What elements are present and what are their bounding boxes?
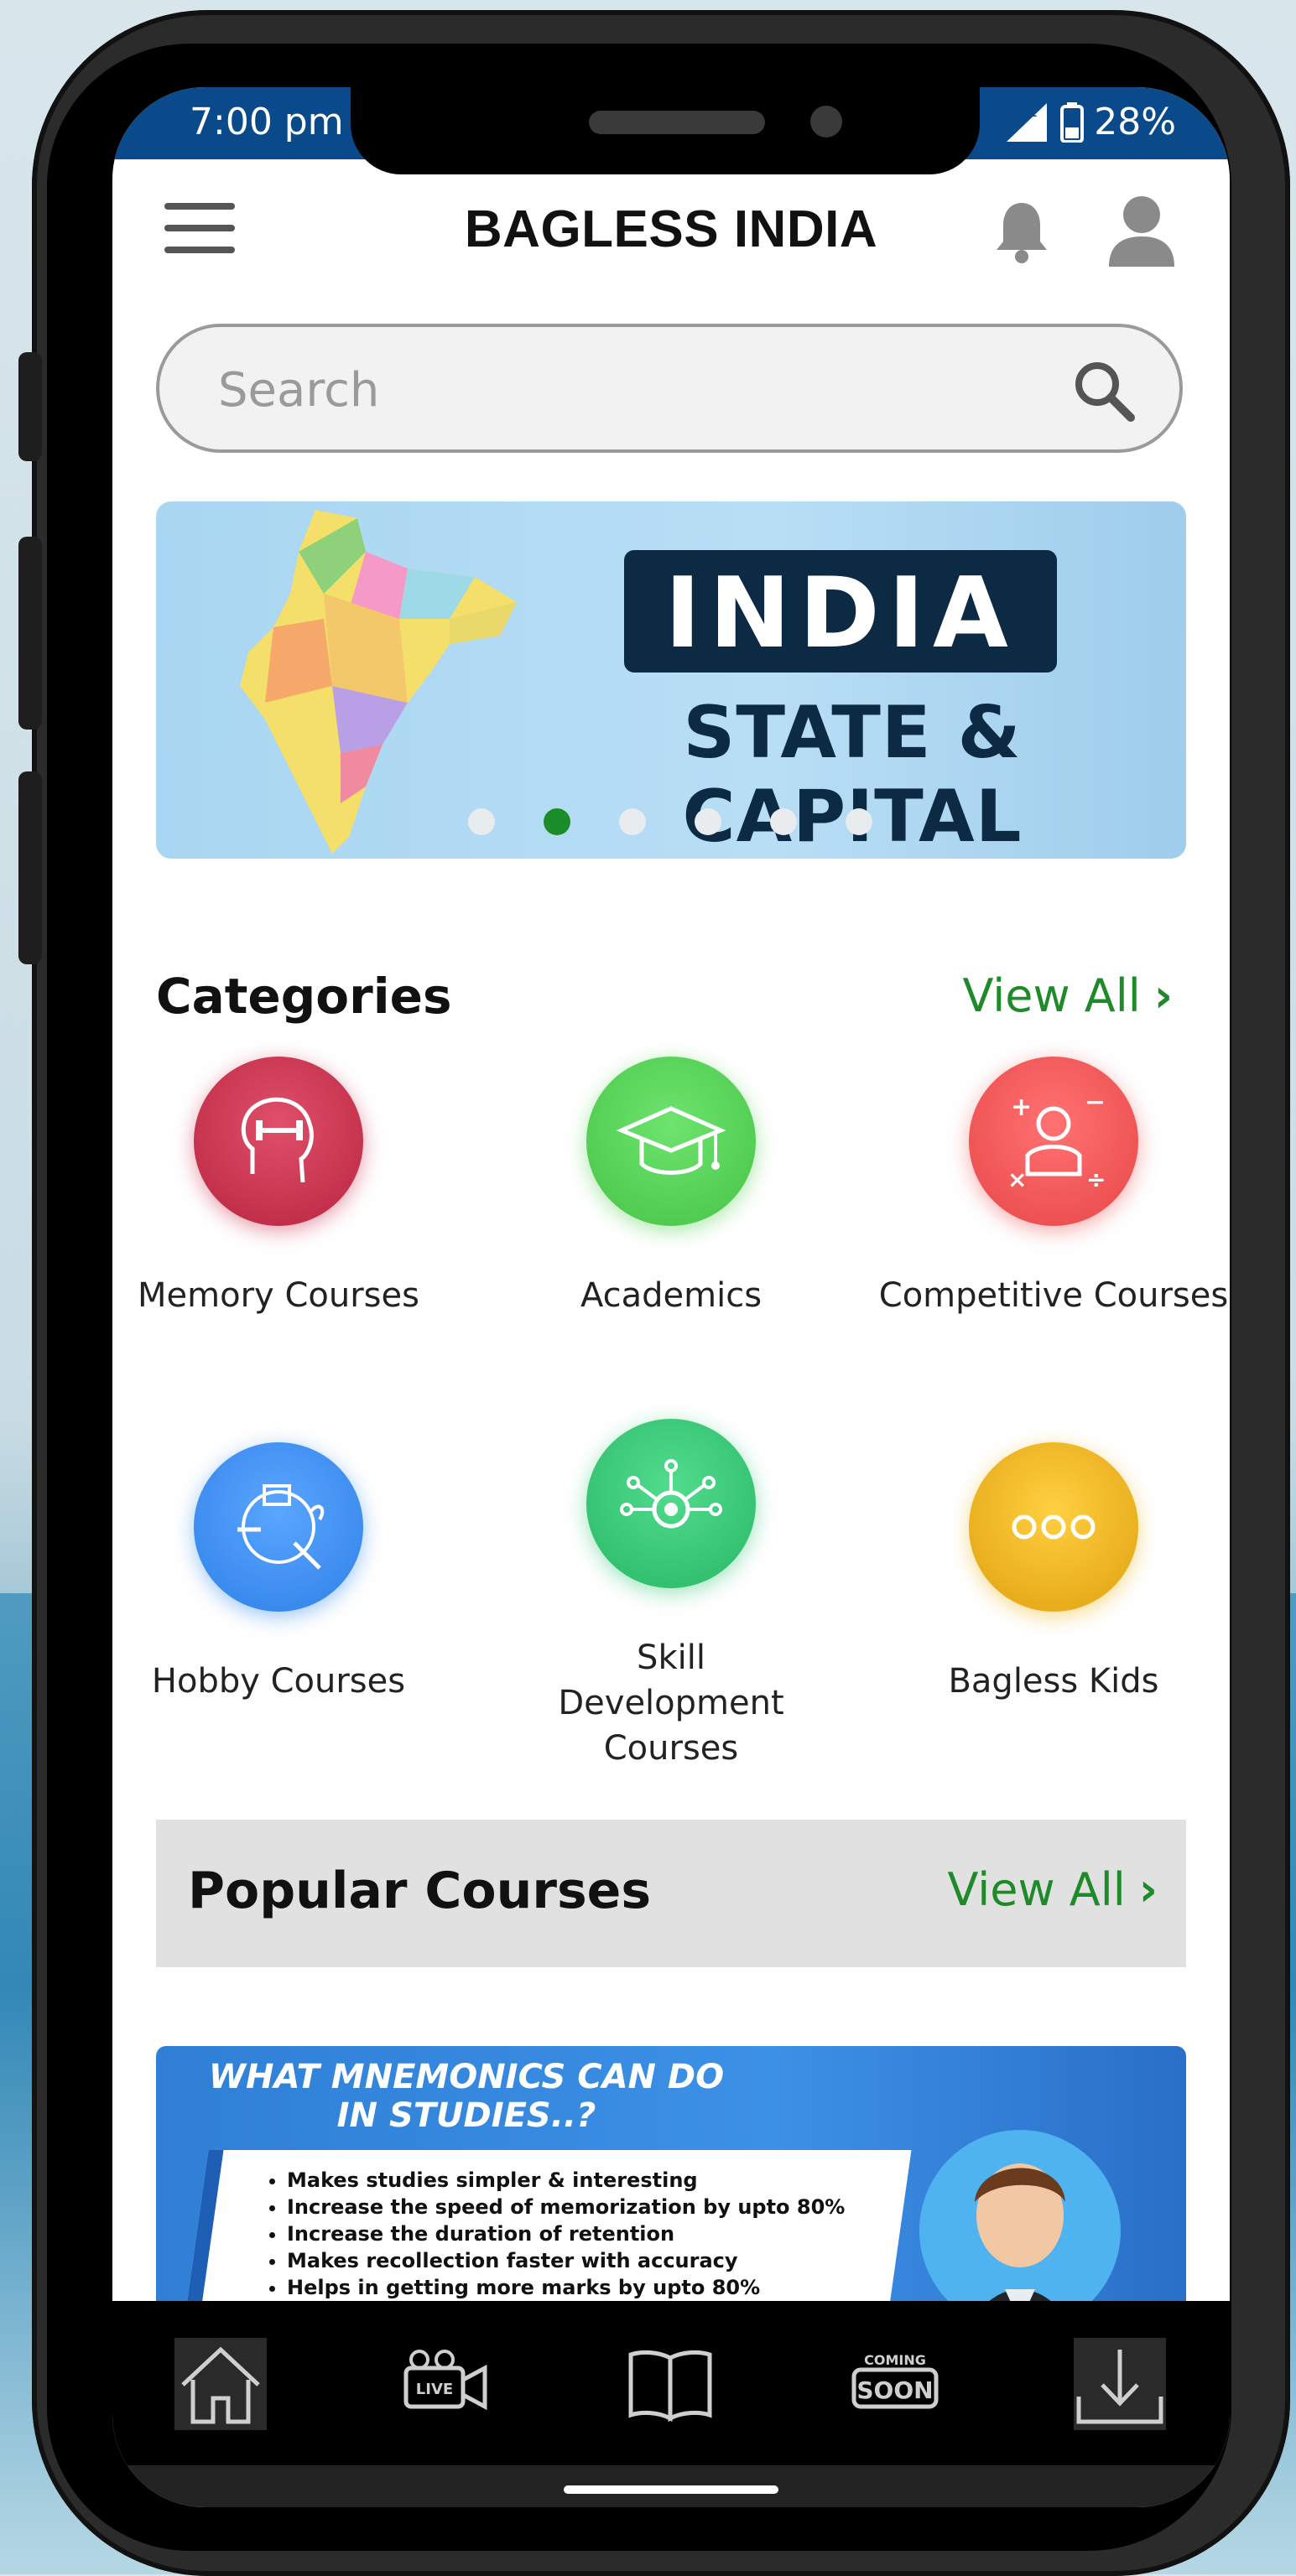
phone-volume-down [18,771,42,964]
svg-text:+: + [1011,1093,1032,1122]
category-label: Bagless Kids [948,1662,1159,1701]
list-item: Helps in getting more marks by upto 80% [287,2274,845,2301]
svg-text:COMING: COMING [864,2352,926,2368]
category-label: Memory Courses [138,1276,419,1315]
view-all-label: View All [947,1863,1126,1916]
coming-soon-icon[interactable]: COMING SOON [849,2338,941,2430]
category-skill-development[interactable]: Skill Development Courses [495,1419,847,1771]
phone-notch [351,87,980,174]
status-time: 7:00 pm [190,101,344,143]
app-screen: 7:00 pm 2 28% BAGLESS INDIA Search INDIA… [112,87,1230,2507]
list-item: Makes studies simpler & interesting [287,2167,845,2194]
category-memory-courses[interactable]: Memory Courses [112,1057,455,1318]
book-icon[interactable] [624,2338,716,2430]
bottom-navigation: LIVE COMING SOON [112,2301,1230,2465]
graduation-cap-icon [586,1057,756,1226]
categories-view-all-link[interactable]: View All › [962,969,1173,1022]
more-dots-icon [969,1442,1138,1612]
category-label: Academics [580,1276,763,1315]
chevron-right-icon: › [1138,1863,1158,1916]
download-icon[interactable] [1074,2338,1166,2430]
live-label: LIVE [416,2381,453,2398]
home-icon[interactable] [174,2338,267,2430]
carousel-dot[interactable] [846,808,872,835]
course-benefits-list: Makes studies simpler & interesting Incr… [257,2167,845,2301]
search-input[interactable] [216,356,975,424]
hobby-tools-icon [194,1442,363,1612]
popular-view-all-link[interactable]: View All › [947,1863,1158,1916]
status-icons: 2 28% [1003,101,1176,143]
category-competitive-courses[interactable]: + − × ÷ Competitive Courses [877,1057,1230,1318]
live-camera-icon[interactable]: LIVE [399,2338,492,2430]
categories-header: Categories View All › [156,956,1186,1040]
svg-text:SOON: SOON [856,2376,933,2404]
list-item: Increase the speed of memorization by up… [287,2194,845,2220]
carousel-dot[interactable] [619,808,646,835]
category-bagless-kids[interactable]: Bagless Kids [877,1442,1230,1704]
student-math-icon: + − × ÷ [969,1057,1138,1226]
user-profile-icon[interactable] [1106,193,1178,268]
list-item: Makes recollection faster with accuracy [287,2247,845,2274]
signal-icon: 2 [1007,102,1048,142]
carousel-dot-active[interactable] [544,808,570,835]
search-icon[interactable] [1072,359,1136,423]
carousel-dot[interactable] [770,808,797,835]
signal-label: 2 [1028,103,1038,121]
category-label: Hobby Courses [151,1662,406,1701]
list-item: Increase the duration of retention [287,2220,845,2247]
home-indicator[interactable] [564,2485,778,2494]
brain-dumbbell-icon [194,1057,363,1226]
battery-percent: 28% [1094,101,1176,143]
svg-text:×: × [1007,1166,1027,1193]
search-bar [156,324,1183,453]
category-label: Skill Development Courses [558,1639,784,1768]
svg-text:÷: ÷ [1086,1166,1106,1193]
popular-courses-header: Popular Courses View All › [156,1820,1186,1967]
bell-icon[interactable] [988,198,1055,265]
banner-headline-box: INDIA [624,550,1057,673]
gear-network-icon [586,1419,756,1588]
categories-title: Categories [156,968,452,1025]
battery-icon [1060,101,1085,143]
chevron-right-icon: › [1153,969,1173,1022]
india-map-image [240,510,517,854]
app-header: BAGLESS INDIA [112,159,1230,310]
banner-headline: INDIA [664,557,1017,670]
front-camera [810,106,842,138]
phone-side-button [18,352,42,461]
category-academics[interactable]: Academics [495,1057,847,1318]
carousel-dot[interactable] [695,808,721,835]
carousel-indicators [468,808,872,835]
banner-carousel[interactable]: INDIA STATE & CAPITAL [156,501,1186,859]
popular-courses-title: Popular Courses [188,1862,652,1920]
view-all-label: View All [962,969,1141,1022]
app-title: BAGLESS INDIA [464,200,878,258]
category-hobby-courses[interactable]: Hobby Courses [112,1442,455,1704]
category-label: Competitive Courses [878,1276,1229,1315]
speaker-grill [589,111,765,134]
course-banner-title: WHAT MNEMONICS CAN DO IN STUDIES..? [208,2058,725,2135]
phone-volume-up [18,537,42,730]
carousel-dot[interactable] [468,808,495,835]
svg-text:−: − [1085,1088,1106,1117]
